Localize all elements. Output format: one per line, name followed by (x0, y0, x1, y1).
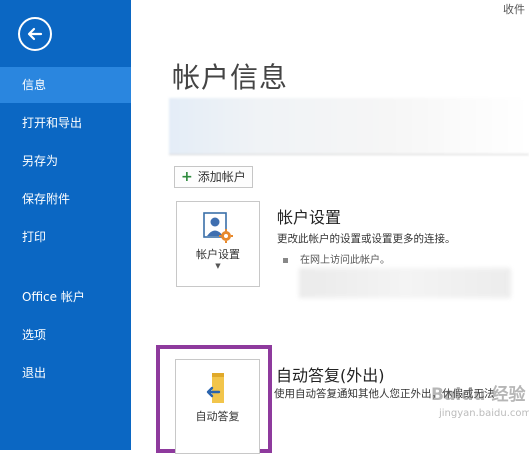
account-url-blurred[interactable] (299, 268, 511, 298)
window-title-fragment: 收件 (503, 3, 525, 16)
sidebar-item-office-account[interactable]: Office 帐户 (0, 279, 131, 315)
add-account-label: 添加帐户 (197, 170, 246, 184)
sidebar-item-info[interactable]: 信息 (0, 67, 131, 103)
watermark-text: Baidu 经验 (431, 385, 526, 405)
auto-reply-icon (206, 373, 224, 403)
dropdown-caret-icon: ▼ (215, 262, 221, 270)
account-settings-title: 帐户设置 (277, 208, 342, 227)
account-settings-button[interactable]: 帐户设置 ▼ (176, 201, 260, 287)
back-button[interactable] (18, 17, 52, 51)
main-panel: 收件 帐户信息 + 添加帐户 帐户设置 ▼ 帐户设置 更改此帐户的设置或设置更多… (131, 0, 529, 454)
sidebar-item-save-as[interactable]: 另存为 (0, 143, 131, 179)
sidebar-item-save-attachments[interactable]: 保存附件 (0, 181, 131, 217)
account-settings-tile-label: 帐户设置 (196, 248, 240, 261)
auto-reply-title: 自动答复(外出) (276, 366, 385, 385)
auto-reply-button[interactable]: 自动答复 (175, 359, 260, 454)
bullet-icon (283, 257, 288, 263)
sidebar-item-open-export[interactable]: 打开和导出 (0, 105, 131, 141)
account-web-access-text: 在网上访问此帐户。 (300, 255, 390, 266)
add-account-button[interactable]: + 添加帐户 (174, 166, 253, 188)
page-title: 帐户信息 (172, 61, 289, 94)
plus-icon: + (181, 169, 193, 185)
divider (169, 154, 529, 155)
sidebar: 信息 打开和导出 另存为 保存附件 打印 Office 帐户 选项 退出 (0, 0, 131, 450)
watermark: Baidu 经验 jingyan.baidu.com (423, 378, 529, 436)
sidebar-item-options[interactable]: 选项 (0, 317, 131, 353)
account-settings-icon (203, 212, 233, 243)
account-web-access-item: 在网上访问此帐户。 (283, 251, 390, 266)
sidebar-item-exit[interactable]: 退出 (0, 355, 131, 391)
back-arrow-icon (27, 27, 43, 41)
account-settings-desc: 更改此帐户的设置或设置更多的连接。 (277, 233, 456, 245)
sidebar-item-print[interactable]: 打印 (0, 219, 131, 255)
auto-reply-tile-label: 自动答复 (195, 410, 240, 423)
watermark-sub: jingyan.baidu.com (439, 408, 529, 419)
account-selector-blurred[interactable] (169, 98, 529, 155)
